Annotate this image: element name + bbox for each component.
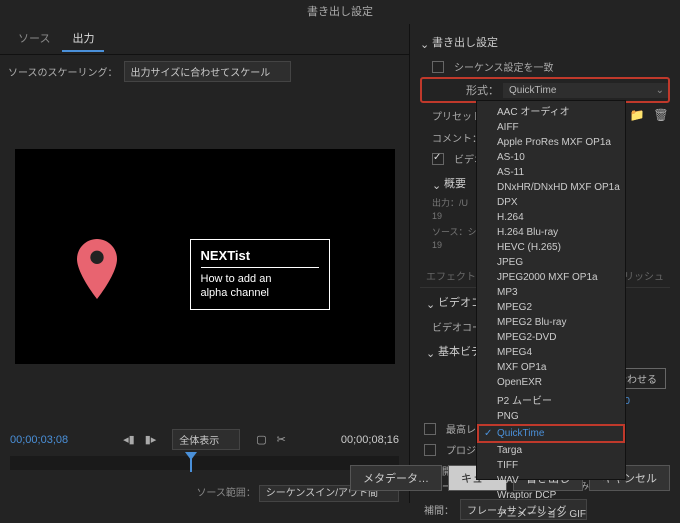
overlay-title: NEXTist [201,248,319,268]
format-option[interactable]: AS-10 [477,150,625,165]
format-option[interactable]: Targa [477,443,625,458]
format-option[interactable]: HEVC (H.265) [477,240,625,255]
format-option[interactable]: Wraptor DCP [477,488,625,503]
import-project-checkbox[interactable] [424,444,436,456]
format-option[interactable]: DPX [477,195,625,210]
format-option[interactable]: AIFF [477,120,625,135]
duration-timecode: 00;00;08;16 [341,434,399,446]
current-timecode[interactable]: 00;00;03;08 [10,434,68,446]
tab-effects[interactable]: エフェクト [420,265,482,287]
format-option[interactable]: MPEG2 [477,300,625,315]
preset-delete-icon[interactable]: 🗑 [652,106,670,124]
format-option[interactable]: アニメーション GIF [477,503,625,522]
left-panel: ソース 出力 ソースのスケーリング： 出力サイズに合わせてスケール NEXTis… [0,24,410,503]
format-option[interactable]: JPEG [477,255,625,270]
format-option[interactable]: AAC オーディオ [477,101,625,120]
map-pin-icon [75,239,119,299]
video-preview: NEXTist How to add analpha channel [15,149,395,364]
video-checkbox[interactable] [432,153,444,165]
step-back-icon[interactable]: ◂▮ [123,433,135,446]
format-option[interactable]: JPEG2000 MXF OP1a [477,270,625,285]
aspect-icon[interactable]: ▢ [256,433,266,446]
format-option[interactable]: OpenEXR [477,375,625,390]
format-option[interactable]: WAV [477,473,625,488]
format-option[interactable]: H.264 Blu-ray [477,225,625,240]
preview-area: NEXTist How to add analpha channel [0,88,409,425]
format-option[interactable]: H.264 [477,210,625,225]
step-fwd-icon[interactable]: ▮▸ [145,433,157,446]
right-panel: ⌄書き出し設定 シーケンス設定を一致 形式： QuickTime プリセット： … [410,24,680,503]
format-option[interactable]: MP3 [477,285,625,300]
fit-select[interactable]: 全体表示 [172,429,240,450]
scale-select[interactable]: 出力サイズに合わせてスケール [124,61,292,82]
format-option[interactable]: QuickTime [477,424,625,443]
format-option[interactable]: P2 ムービー [477,390,625,409]
format-option[interactable]: MPEG2-DVD [477,330,625,345]
format-option[interactable]: Apple ProRes MXF OP1a [477,135,625,150]
render-quality-checkbox[interactable] [424,423,436,435]
comment-label: コメント： [432,130,482,145]
window-title: 書き出し設定 [0,0,680,24]
format-label: 形式： [466,82,499,98]
format-select[interactable]: QuickTime [503,83,668,98]
preset-import-icon[interactable]: 📁 [628,106,646,124]
format-option[interactable]: AS-11 [477,165,625,180]
format-option[interactable]: DNxHR/DNxHD MXF OP1a [477,180,625,195]
overlay-box: NEXTist How to add analpha channel [190,239,330,310]
tab-output[interactable]: 出力 [62,26,104,52]
format-option[interactable]: MXF OP1a [477,360,625,375]
metadata-button[interactable]: メタデータ… [350,465,442,491]
export-settings-head: 書き出し設定 [432,34,498,50]
scale-label: ソースのスケーリング： [8,64,118,79]
format-option[interactable]: MPEG2 Blu-ray [477,315,625,330]
format-dropdown[interactable]: AAC オーディオAIFFApple ProRes MXF OP1aAS-10A… [476,100,626,480]
format-option[interactable]: TIFF [477,458,625,473]
match-sequence-checkbox[interactable] [432,61,444,73]
format-option[interactable]: MPEG4 [477,345,625,360]
crop-icon[interactable]: ✂ [277,433,286,446]
format-option[interactable]: PNG [477,409,625,424]
tab-source[interactable]: ソース [8,26,60,52]
